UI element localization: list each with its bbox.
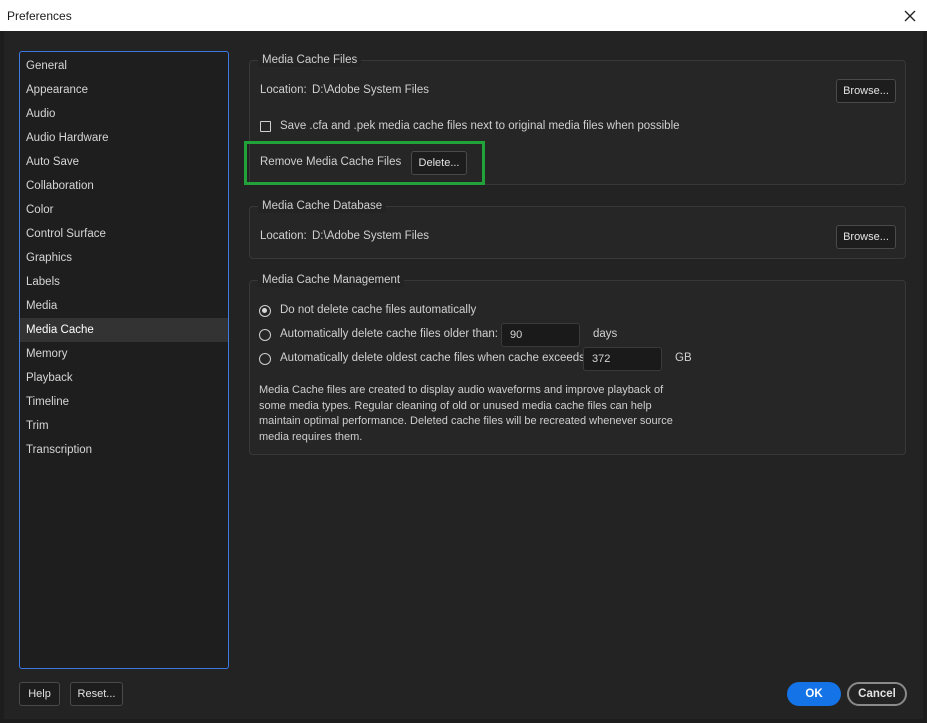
older-than-unit: days (593, 328, 618, 340)
sidebar-item-media-cache[interactable]: Media Cache (20, 318, 228, 342)
location-label: Location: (260, 84, 307, 96)
older-than-input[interactable]: 90 (501, 323, 580, 347)
sidebar-item-graphics[interactable]: Graphics (20, 246, 228, 270)
reset-button[interactable]: Reset... (70, 682, 123, 706)
sidebar-item-playback[interactable]: Playback (20, 366, 228, 390)
sidebar-item-auto-save[interactable]: Auto Save (20, 150, 228, 174)
location-value: D:\Adobe System Files (312, 84, 429, 96)
delete-button[interactable]: Delete... (411, 151, 467, 175)
sidebar-item-labels[interactable]: Labels (20, 270, 228, 294)
group-title-media-cache-management: Media Cache Management (258, 273, 405, 287)
remove-cache-label: Remove Media Cache Files (260, 156, 402, 168)
sidebar-item-audio-hardware[interactable]: Audio Hardware (20, 126, 228, 150)
sidebar-item-trim[interactable]: Trim (20, 414, 228, 438)
sidebar-item-audio[interactable]: Audio (20, 102, 228, 126)
database-location-value: D:\Adobe System Files (312, 230, 429, 242)
sidebar-item-general[interactable]: General (20, 54, 228, 78)
exceeds-input[interactable]: 372 (583, 347, 662, 371)
save-next-to-media-checkbox[interactable] (260, 121, 271, 132)
delete-older-than-label[interactable]: Automatically delete cache files older t… (280, 328, 498, 340)
no-delete-label[interactable]: Do not delete cache files automatically (280, 304, 476, 316)
no-delete-radio[interactable] (259, 305, 271, 317)
save-next-to-media-label[interactable]: Save .cfa and .pek media cache files nex… (280, 120, 680, 132)
exceeds-unit: GB (675, 352, 692, 364)
window-title: Preferences (7, 9, 72, 23)
close-icon[interactable] (897, 3, 923, 29)
delete-older-than-radio[interactable] (259, 329, 271, 341)
ok-button[interactable]: OK (787, 682, 841, 706)
media-cache-description: Media Cache files are created to display… (259, 384, 673, 443)
sidebar-item-collaboration[interactable]: Collaboration (20, 174, 228, 198)
group-title-media-cache-files: Media Cache Files (258, 53, 362, 67)
sidebar-item-timeline[interactable]: Timeline (20, 390, 228, 414)
database-browse-button[interactable]: Browse... (836, 225, 896, 249)
help-button[interactable]: Help (19, 682, 60, 706)
sidebar-item-transcription[interactable]: Transcription (20, 438, 228, 462)
delete-exceeds-radio[interactable] (259, 353, 271, 365)
cancel-button[interactable]: Cancel (847, 682, 907, 706)
database-location-label: Location: (260, 230, 307, 242)
sidebar-item-control-surface[interactable]: Control Surface (20, 222, 228, 246)
sidebar-item-media[interactable]: Media (20, 294, 228, 318)
category-list[interactable]: General Appearance Audio Audio Hardware … (19, 51, 229, 669)
browse-button[interactable]: Browse... (836, 79, 896, 103)
title-bar: Preferences (0, 0, 927, 31)
preferences-dialog: General Appearance Audio Audio Hardware … (4, 31, 923, 719)
delete-exceeds-label[interactable]: Automatically delete oldest cache files … (280, 352, 588, 364)
sidebar-item-color[interactable]: Color (20, 198, 228, 222)
sidebar-item-appearance[interactable]: Appearance (20, 78, 228, 102)
sidebar-item-memory[interactable]: Memory (20, 342, 228, 366)
group-title-media-cache-database: Media Cache Database (258, 199, 387, 213)
